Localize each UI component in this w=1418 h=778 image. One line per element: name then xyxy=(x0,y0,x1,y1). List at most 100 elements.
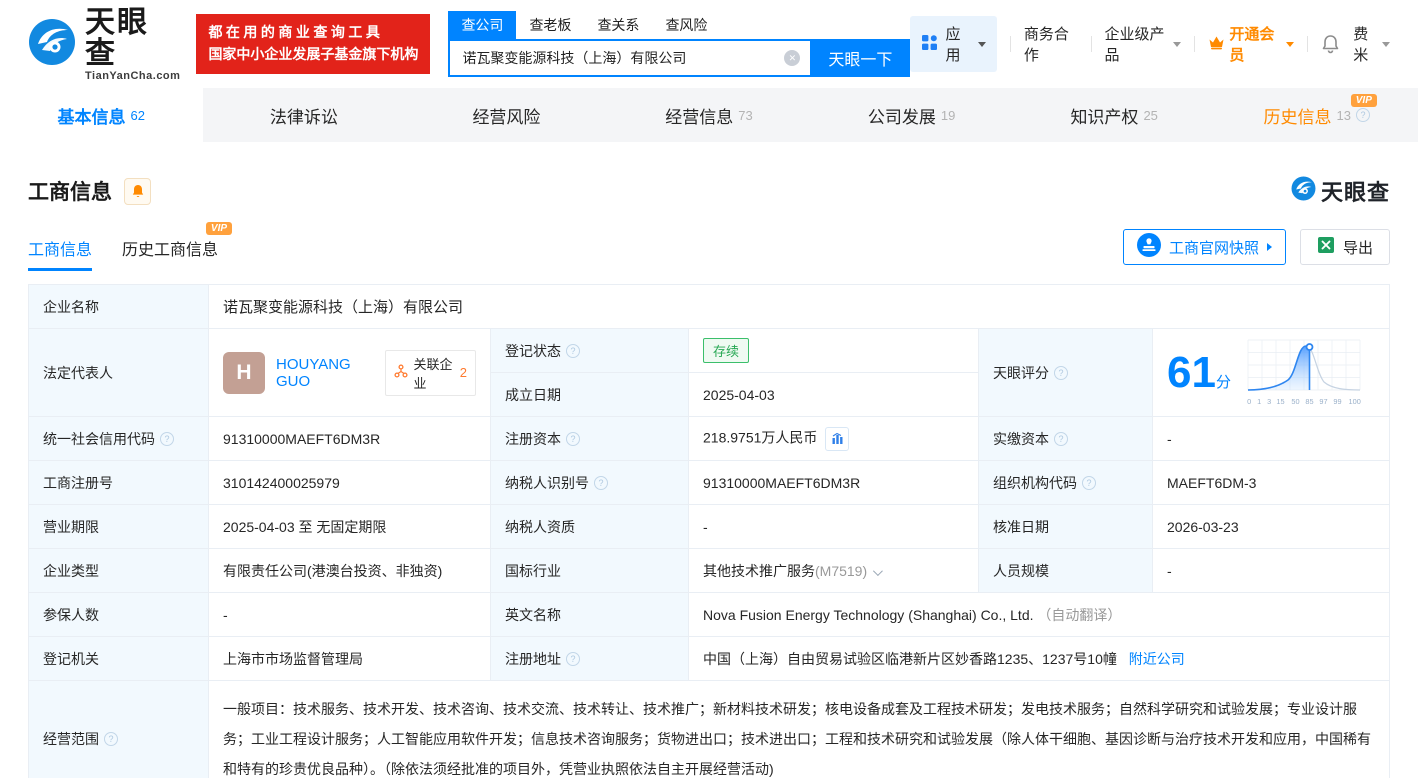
tab-history-info[interactable]: 历史信息 13 VIP xyxy=(1215,88,1418,142)
export-button[interactable]: 导出 xyxy=(1299,229,1390,265)
help-icon[interactable] xyxy=(1355,108,1370,122)
related-companies-badge[interactable]: 关联企业 2 xyxy=(385,349,476,396)
staff-size-value: - xyxy=(1152,548,1390,593)
reg-address-label: 注册地址 xyxy=(490,636,689,681)
score-cell[interactable]: 61分 0 1 3 15 50 85 97 99 100 xyxy=(1152,328,1390,417)
tab-operating-risk[interactable]: 经营风险 xyxy=(405,88,608,142)
table-row: 企业类型 有限责任公司(港澳台投资、非独资) 国标行业 其他技术推广服务(M75… xyxy=(28,548,1390,593)
brand-name: 天眼查 xyxy=(85,5,149,70)
promo-line2: 国家中小企业发展子基金旗下机构 xyxy=(208,46,419,62)
nav-enterprise[interactable]: 企业级产品 xyxy=(1104,23,1182,65)
tab-operating-info[interactable]: 经营信息 73 xyxy=(608,88,811,142)
help-icon[interactable] xyxy=(104,732,118,746)
top-header: 天眼查 TianYanCha.com 都在用的商业查询工具 国家中小企业发展子基… xyxy=(0,0,1418,88)
tab-intellectual-property[interactable]: 知识产权 25 xyxy=(1013,88,1216,142)
nav-cooperation[interactable]: 商务合作 xyxy=(1024,23,1078,65)
taxpayer-quality-value: - xyxy=(688,504,979,549)
subtab-label: 历史工商信息 xyxy=(122,242,219,259)
divider xyxy=(1009,36,1011,52)
help-icon[interactable] xyxy=(1082,475,1096,490)
nav-enterprise-label: 企业级产品 xyxy=(1104,26,1165,64)
establish-date-value: 2025-04-03 xyxy=(688,372,979,417)
stamp-icon xyxy=(1136,233,1161,261)
help-icon[interactable] xyxy=(160,431,174,446)
address-text: 中国（上海）自由贸易试验区临港新片区妙香路1235、1237号10幢 xyxy=(703,650,1117,667)
paid-capital-label: 实缴资本 xyxy=(978,416,1153,461)
business-scope-value: 一般项目：技术服务、技术开发、技术咨询、技术交流、技术转让、技术推广；新材料技术… xyxy=(208,680,1390,778)
chevron-down-icon xyxy=(977,41,986,47)
tab-company-development[interactable]: 公司发展 19 xyxy=(810,88,1013,142)
tab-label: 公司发展 xyxy=(867,107,936,127)
tab-basic-info[interactable]: 基本信息 62 xyxy=(0,88,203,142)
tianyancha-logo-icon xyxy=(1291,176,1316,206)
label-text: 注册资本 xyxy=(505,430,561,447)
divider xyxy=(1090,36,1092,52)
industry-text: 其他技术推广服务 xyxy=(703,562,815,579)
help-icon[interactable] xyxy=(566,343,580,358)
insured-count-label: 参保人数 xyxy=(28,592,209,637)
english-name-label: 英文名称 xyxy=(490,592,689,637)
insured-count-value: - xyxy=(208,592,491,637)
user-menu[interactable]: 费米 xyxy=(1353,23,1390,65)
company-type-value: 有限责任公司(港澳台投资、非独资) xyxy=(208,548,491,593)
help-icon[interactable] xyxy=(566,651,580,666)
search-input[interactable] xyxy=(448,39,811,77)
chevron-down-icon xyxy=(1381,41,1390,47)
auto-translate-note: （自动翻译） xyxy=(1037,606,1122,623)
industry-code: (M7519) xyxy=(815,562,868,579)
tab-label: 法律诉讼 xyxy=(269,107,338,127)
apps-label: 应用 xyxy=(945,26,961,64)
grid-icon xyxy=(921,34,938,55)
subtab-history-business-info[interactable]: 历史工商信息 VIP xyxy=(122,222,233,271)
help-icon[interactable] xyxy=(594,475,608,490)
taxpayer-id-value: 91310000MAEFT6DM3R xyxy=(688,460,979,505)
main-content: 工商信息 天眼查 工商信息 历史工商信息 VIP 工商官网快照 导出 企业名称 … xyxy=(0,175,1418,778)
approval-date-value: 2026-03-23 xyxy=(1152,504,1390,549)
label-text: 天眼评分 xyxy=(993,364,1049,381)
reg-status-value: 存续 xyxy=(688,328,979,373)
open-vip-label: 开通会员 xyxy=(1229,26,1275,64)
help-icon[interactable] xyxy=(566,431,580,446)
tab-legal[interactable]: 法律诉讼 xyxy=(203,88,406,142)
chevron-down-icon[interactable] xyxy=(873,565,884,576)
brand-domain: TianYanCha.com xyxy=(85,69,181,82)
search-block: 查公司 查老板 查关系 查风险 天眼一下 xyxy=(448,11,911,77)
official-snapshot-button[interactable]: 工商官网快照 xyxy=(1122,229,1286,265)
help-icon[interactable] xyxy=(1054,431,1068,446)
watermark-text: 天眼查 xyxy=(1320,180,1390,205)
open-vip-button[interactable]: 开通会员 xyxy=(1208,23,1295,65)
subtab-business-info[interactable]: 工商信息 xyxy=(28,236,93,271)
business-term-label: 营业期限 xyxy=(28,504,209,549)
official-snapshot-label: 工商官网快照 xyxy=(1168,239,1259,257)
nearby-companies-link[interactable]: 附近公司 xyxy=(1129,651,1185,667)
table-row: 参保人数 - 英文名称 Nova Fusion Energy Technolog… xyxy=(28,592,1390,637)
score-axis: 0 1 3 15 50 85 97 99 100 xyxy=(1247,397,1361,406)
business-term-value: 2025-04-03 至 无固定期限 xyxy=(208,504,491,549)
bar-chart-icon[interactable] xyxy=(825,426,850,451)
help-icon[interactable] xyxy=(1054,365,1068,380)
top-nav: 应用 商务合作 企业级产品 开通会员 费米 xyxy=(910,16,1390,72)
taxpayer-quality-label: 纳税人资质 xyxy=(490,504,689,549)
tab-label: 经营信息 xyxy=(665,107,734,127)
legal-rep-link[interactable]: HOUYANG GUO xyxy=(276,356,374,390)
chevron-down-icon xyxy=(1286,41,1295,47)
subscribe-bell-icon[interactable] xyxy=(124,177,151,205)
reg-authority-label: 登记机关 xyxy=(28,636,209,681)
paid-capital-value: - xyxy=(1152,416,1390,461)
search-tab-company[interactable]: 查公司 xyxy=(448,11,517,39)
notification-bell-icon[interactable] xyxy=(1321,34,1340,54)
approval-date-label: 核准日期 xyxy=(978,504,1153,549)
search-tab-relation[interactable]: 查关系 xyxy=(584,11,652,39)
search-tab-risk[interactable]: 查风险 xyxy=(652,11,720,39)
tianyancha-logo[interactable]: 天眼查 TianYanCha.com xyxy=(28,5,181,82)
tab-count: 73 xyxy=(738,107,753,123)
industry-value[interactable]: 其他技术推广服务(M7519) xyxy=(688,548,979,593)
reg-authority-value: 上海市市场监督管理局 xyxy=(208,636,491,681)
tab-count: 25 xyxy=(1143,107,1158,123)
search-tab-boss[interactable]: 查老板 xyxy=(516,11,584,39)
avatar[interactable]: H xyxy=(223,351,265,394)
reg-status-label: 登记状态 xyxy=(490,328,689,373)
search-button[interactable]: 天眼一下 xyxy=(810,39,911,77)
company-name-value: 诺瓦聚变能源科技（上海）有限公司 xyxy=(208,284,1390,329)
apps-menu[interactable]: 应用 xyxy=(910,16,997,72)
